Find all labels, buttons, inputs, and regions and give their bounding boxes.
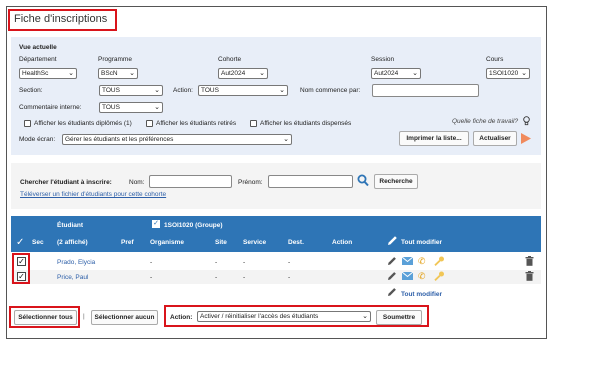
- count-header: (2 affiché): [57, 239, 88, 246]
- pencil-icon[interactable]: [387, 271, 397, 281]
- cours-select[interactable]: 1SOI1020 ⌄: [486, 68, 530, 79]
- trash-icon[interactable]: [525, 256, 534, 266]
- programme-label: Programme: [98, 56, 132, 63]
- cours-label: Cours: [486, 56, 504, 63]
- action-filter-select[interactable]: TOUS ⌄: [198, 85, 288, 96]
- trash-icon[interactable]: [525, 271, 534, 281]
- search-heading: Chercher l'étudiant à inscrire:: [20, 179, 112, 186]
- commentaire-label: Commentaire interne:: [19, 104, 82, 111]
- departement-label: Département: [19, 56, 57, 63]
- chevron-down-icon: ⌄: [129, 70, 135, 77]
- search-prenom-label: Prénom:: [238, 179, 263, 186]
- checkbox-diplomes[interactable]: [24, 120, 31, 127]
- chevron-down-icon: ⌄: [279, 87, 285, 94]
- search-prenom-input[interactable]: [268, 175, 353, 188]
- search-nom-label: Nom:: [129, 179, 145, 186]
- select-none-button[interactable]: Sélectionner aucun: [91, 310, 158, 325]
- site-cell: -: [215, 274, 218, 281]
- site-cell: -: [215, 259, 218, 266]
- upload-students-link[interactable]: Téléverser un fichier d'étudiants pour c…: [20, 191, 166, 198]
- tout-modifier-link[interactable]: Tout modifier: [401, 291, 442, 298]
- sec-header: Sec: [32, 239, 44, 246]
- section-label: Section:: [19, 87, 43, 94]
- dest-cell: -: [288, 274, 291, 281]
- phone-icon[interactable]: ✆: [418, 256, 426, 266]
- search-nom-input[interactable]: [149, 175, 232, 188]
- dest-cell: -: [288, 259, 291, 266]
- service-cell: -: [243, 259, 246, 266]
- print-list-button[interactable]: Imprimer la liste...: [399, 131, 469, 146]
- refresh-button[interactable]: Actualiser: [473, 131, 517, 146]
- envelope-icon[interactable]: [402, 272, 413, 280]
- dest-header: Dest.: [288, 239, 304, 246]
- search-icon[interactable]: [357, 174, 369, 187]
- dispenses-label: Afficher les étudiants dispensés: [260, 120, 352, 127]
- chevron-down-icon: ⌄: [283, 136, 289, 143]
- commentaire-select[interactable]: TOUS ⌄: [99, 102, 163, 113]
- chevron-down-icon: ⌄: [154, 104, 160, 111]
- highlight-bottom-action: [164, 305, 429, 327]
- site-header: Site: [215, 239, 227, 246]
- chevron-down-icon: ⌄: [412, 70, 418, 77]
- action-header: Action: [332, 239, 353, 246]
- organisme-cell: -: [150, 274, 153, 281]
- action-filter-label: Action:: [173, 87, 193, 94]
- pencil-icon: [388, 236, 397, 245]
- cohorte-label: Cohorte: [218, 56, 242, 63]
- nom-commence-label: Nom commence par:: [300, 87, 361, 94]
- checkbox-dispenses[interactable]: [250, 120, 257, 127]
- checkbox-retires[interactable]: [146, 120, 153, 127]
- diplomes-label: Afficher les étudiants diplômés (1): [34, 120, 132, 127]
- student-name-link[interactable]: Price, Paul: [57, 274, 88, 281]
- table-header: [11, 216, 541, 252]
- current-view-heading: Vue actuelle: [19, 44, 57, 51]
- chevron-down-icon: ⌄: [259, 70, 265, 77]
- cohorte-select[interactable]: Aut2024 ⌄: [218, 68, 268, 79]
- tout-modifier-header[interactable]: Tout modifier: [401, 239, 442, 246]
- retires-label: Afficher les étudiants retirés: [156, 120, 237, 127]
- session-label: Session: [371, 56, 395, 63]
- phone-icon[interactable]: ✆: [418, 271, 426, 281]
- key-icon[interactable]: [434, 271, 445, 281]
- envelope-icon[interactable]: [402, 257, 413, 265]
- separator: |: [83, 313, 85, 320]
- student-name-link[interactable]: Prado, Elycia: [57, 259, 95, 266]
- course-header: 1SOI1020 (Groupe): [164, 222, 223, 229]
- etudiant-header: Étudiant: [57, 222, 83, 229]
- highlight-title: [8, 9, 117, 31]
- section-select[interactable]: TOUS ⌄: [99, 85, 163, 96]
- chevron-down-icon: ⌄: [521, 70, 527, 77]
- organisme-header: Organisme: [150, 239, 184, 246]
- pref-header: Pref: [121, 239, 134, 246]
- chevron-down-icon: ⌄: [68, 70, 74, 77]
- mode-label: Mode écran:: [19, 136, 56, 143]
- nom-commence-input[interactable]: [372, 84, 479, 97]
- course-select-checkbox[interactable]: ✓: [152, 220, 160, 228]
- select-all-check-icon[interactable]: ✓: [16, 238, 26, 248]
- table-row: [11, 270, 541, 284]
- programme-select[interactable]: BScN ⌄: [98, 68, 138, 79]
- chevron-down-icon: ⌄: [154, 87, 160, 94]
- play-icon[interactable]: [521, 133, 531, 144]
- key-icon[interactable]: [434, 256, 445, 266]
- departement-select[interactable]: HealthSc ⌄: [19, 68, 77, 79]
- mode-select[interactable]: Gérer les étudiants et les préférences ⌄: [62, 134, 292, 145]
- service-header: Service: [243, 239, 267, 246]
- pencil-icon[interactable]: [387, 256, 397, 266]
- quelle-fiche-link[interactable]: Quelle fiche de travail?: [452, 118, 518, 125]
- lightbulb-icon: [523, 116, 530, 126]
- highlight-select-all: [9, 306, 80, 328]
- session-select[interactable]: Aut2024 ⌄: [371, 68, 421, 79]
- service-cell: -: [243, 274, 246, 281]
- pencil-icon: [388, 288, 396, 296]
- highlight-row-checkboxes: [12, 253, 30, 284]
- search-button[interactable]: Recherche: [374, 174, 418, 189]
- organisme-cell: -: [150, 259, 153, 266]
